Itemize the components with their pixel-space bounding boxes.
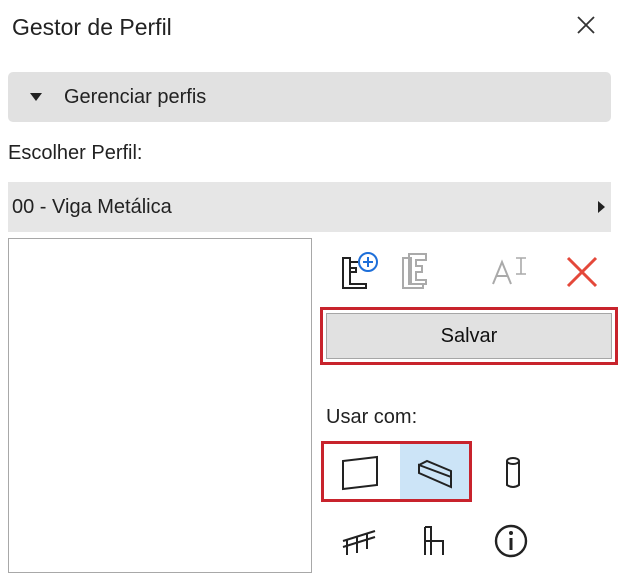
choose-profile-label: Escolher Perfil: xyxy=(8,142,143,164)
rename-profile-icon[interactable] xyxy=(488,248,532,292)
duplicate-profile-icon[interactable] xyxy=(394,248,438,292)
use-with-label: Usar com: xyxy=(326,406,418,428)
chair-icon[interactable] xyxy=(413,519,457,563)
column-icon[interactable] xyxy=(491,451,535,495)
beam-icon[interactable] xyxy=(413,451,457,495)
manage-profiles-section[interactable]: Gerenciar perfis xyxy=(8,72,611,122)
railing-icon[interactable] xyxy=(337,519,381,563)
info-icon[interactable] xyxy=(489,519,533,563)
profile-preview xyxy=(8,238,312,573)
delete-profile-icon[interactable] xyxy=(560,250,604,294)
wall-icon[interactable] xyxy=(337,451,381,495)
close-icon[interactable] xyxy=(571,10,601,40)
triangle-right-icon xyxy=(598,201,605,213)
save-button[interactable]: Salvar xyxy=(326,313,612,359)
new-profile-icon[interactable] xyxy=(336,248,380,292)
profile-select[interactable]: 00 - Viga Metálica xyxy=(8,182,611,232)
profile-select-value: 00 - Viga Metálica xyxy=(12,195,172,218)
triangle-down-icon xyxy=(30,93,42,101)
manage-profiles-label: Gerenciar perfis xyxy=(64,85,207,108)
window-title: Gestor de Perfil xyxy=(12,14,172,40)
